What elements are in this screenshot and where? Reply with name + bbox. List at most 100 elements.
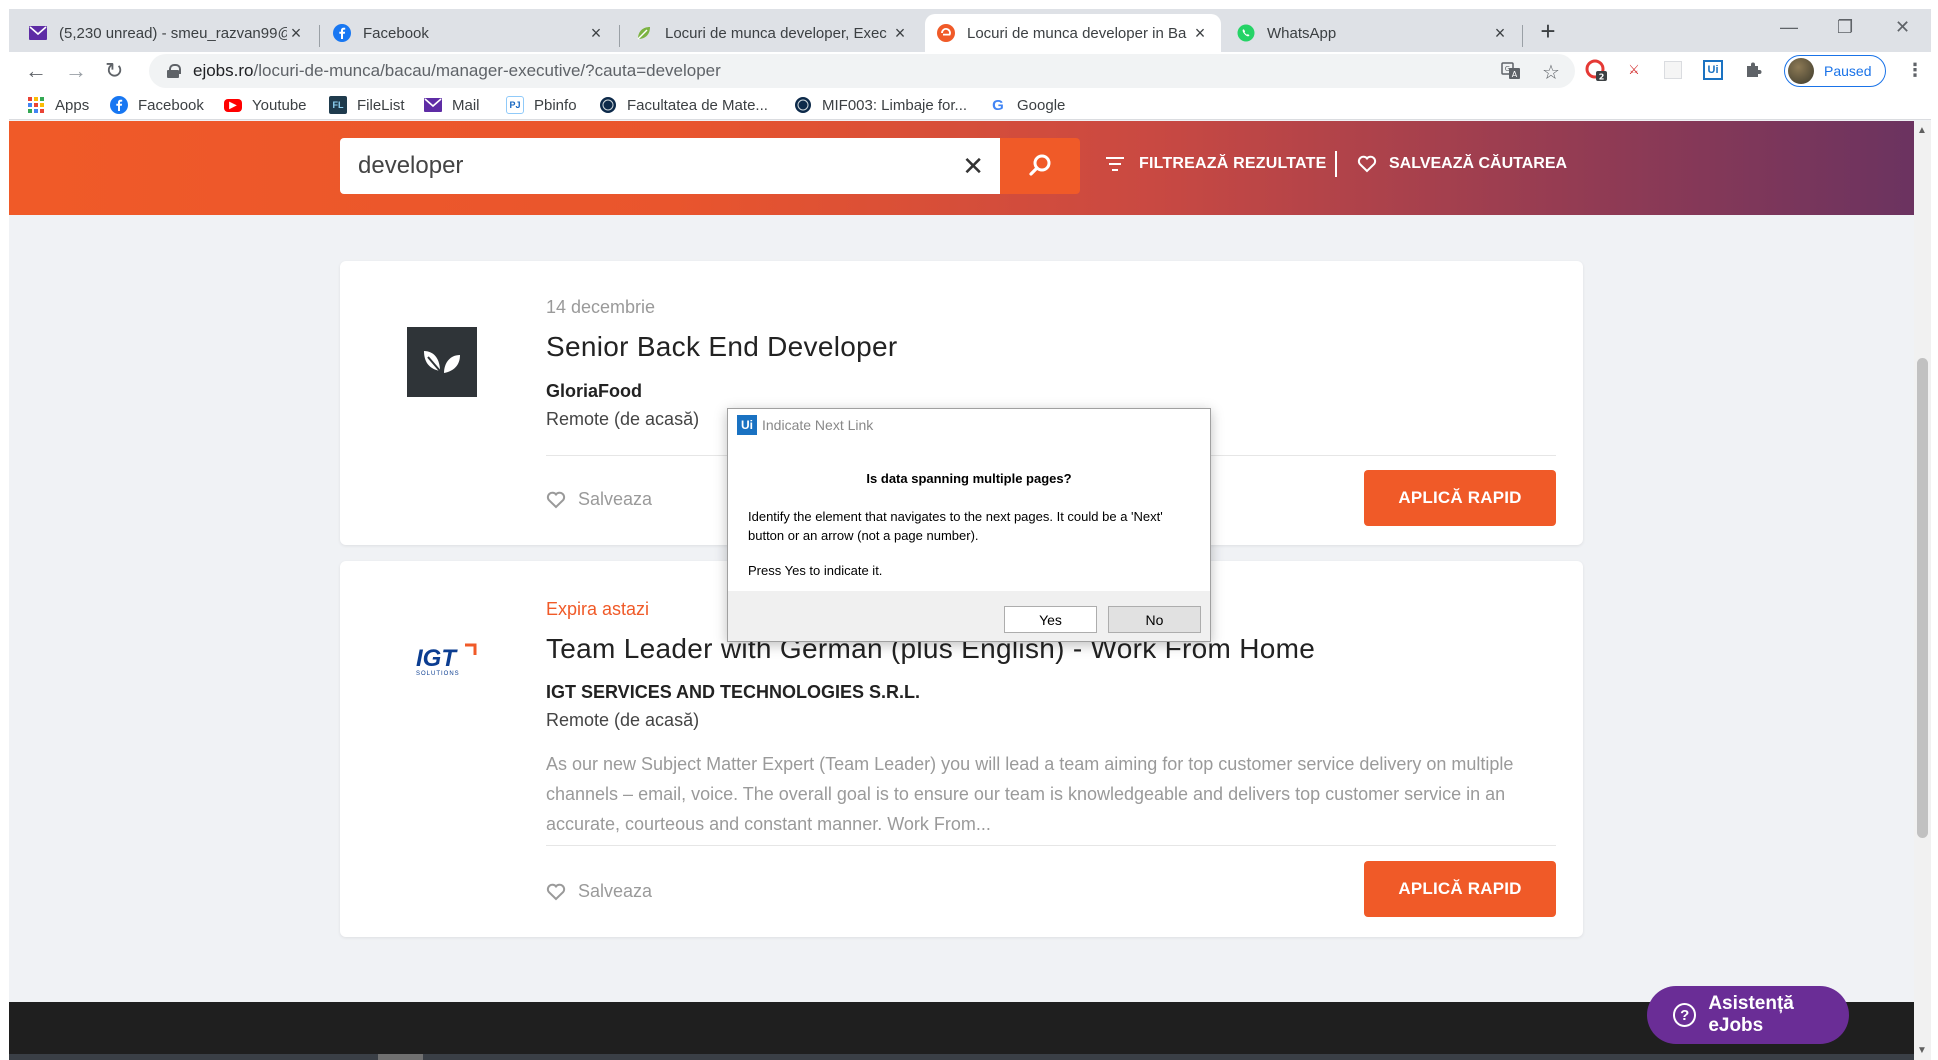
heart-icon xyxy=(1357,155,1377,173)
bookmark-label: Mail xyxy=(452,96,480,114)
tab-separator xyxy=(619,25,620,47)
bookmark-label: Apps xyxy=(55,96,90,114)
bookmark-label: Youtube xyxy=(252,96,307,114)
bookmark-label: MIF003: Limbaje for... xyxy=(822,96,968,114)
job-company[interactable]: GloriaFood xyxy=(546,381,642,402)
svg-text:G: G xyxy=(1505,65,1510,73)
ejobs-icon xyxy=(937,24,955,42)
bookmark-mif003[interactable]: MIF003: Limbaje for... xyxy=(794,93,967,117)
bookmark-mail[interactable]: Mail xyxy=(424,93,480,117)
save-job-button[interactable]: Salveaza xyxy=(546,881,652,902)
tab-ejobs-active[interactable]: Locuri de munca developer in Ba × xyxy=(925,14,1221,52)
igt-logo-subtext: SOLUTIONS xyxy=(416,671,460,677)
clear-search-icon[interactable]: ✕ xyxy=(962,151,984,182)
bookmark-google[interactable]: G Google xyxy=(989,93,1065,117)
address-bar[interactable]: ejobs.ro/locuri-de-munca/bacau/manager-e… xyxy=(149,54,1575,88)
blank-ext-icon[interactable] xyxy=(1661,58,1685,82)
dialog-body: Is data spanning multiple pages? Identif… xyxy=(728,441,1210,591)
university-icon xyxy=(794,96,812,114)
save-job-button[interactable]: Salveaza xyxy=(546,489,652,510)
apply-button[interactable]: APLICĂ RAPID xyxy=(1364,470,1556,526)
scrollbar-thumb[interactable] xyxy=(378,1054,423,1060)
profile-button[interactable]: Paused xyxy=(1784,55,1886,87)
yes-button[interactable]: Yes xyxy=(1004,606,1097,633)
heart-icon xyxy=(546,883,566,900)
back-icon[interactable]: ← xyxy=(25,60,47,82)
close-icon[interactable]: × xyxy=(891,23,909,44)
translate-icon[interactable]: AG xyxy=(1501,62,1521,85)
heart-icon xyxy=(546,491,566,508)
extension-badge: 2 xyxy=(1599,73,1605,82)
bookmark-facebook[interactable]: Facebook xyxy=(110,93,204,117)
opera-ext-icon[interactable]: 2 xyxy=(1584,58,1608,82)
job-expiry-status: Expira astazi xyxy=(546,599,650,619)
filter-label: FILTREAZĂ REZULTATE xyxy=(1139,155,1327,172)
bookmark-facultatea[interactable]: Facultatea de Mate... xyxy=(599,93,768,117)
gloriafood-logo xyxy=(407,327,477,397)
vertical-scrollbar[interactable]: ▲ ▼ xyxy=(1914,121,1931,1060)
search-header: ✕ FILTREAZĂ REZULTATE SALVEAZĂ CĂUTAREA xyxy=(9,121,1914,215)
scrollbar-thumb[interactable] xyxy=(1917,358,1928,838)
close-icon[interactable]: × xyxy=(1491,23,1509,44)
save-search-label: SALVEAZĂ CĂUTAREA xyxy=(1389,155,1568,172)
url-path: /locuri-de-munca/bacau/manager-executive… xyxy=(253,61,721,80)
red-ext-icon[interactable]: ⚔ xyxy=(1622,58,1646,82)
bookmark-filelist[interactable]: FL FileList xyxy=(329,93,405,117)
igt-logo: IGT SOLUTIONS xyxy=(416,643,478,687)
filelist-icon: FL xyxy=(329,96,347,114)
close-icon[interactable]: × xyxy=(287,23,305,44)
close-icon[interactable]: × xyxy=(1191,23,1209,44)
youtube-icon: ▶ xyxy=(224,98,242,112)
facebook-icon xyxy=(110,96,128,114)
bookmark-label: FileList xyxy=(357,96,405,114)
search-button[interactable] xyxy=(1000,138,1080,194)
tab-facebook[interactable]: Facebook × xyxy=(321,14,617,52)
uipath-logo-icon: Ui xyxy=(737,415,757,435)
tab-whatsapp[interactable]: WhatsApp × xyxy=(1225,14,1521,52)
assistance-button[interactable]: ? Asistență eJobs xyxy=(1647,986,1849,1044)
reload-icon[interactable]: ↻ xyxy=(105,60,123,82)
new-tab-button[interactable]: + xyxy=(1534,18,1562,46)
bookmark-pbinfo[interactable]: PJ Pbinfo xyxy=(506,93,577,117)
dialog-titlebar[interactable]: Ui Indicate Next Link xyxy=(728,409,1210,441)
question-icon: ? xyxy=(1673,1003,1697,1027)
filter-results-link[interactable]: FILTREAZĂ REZULTATE xyxy=(1105,155,1326,173)
tab-separator xyxy=(319,25,320,47)
save-search-link[interactable]: SALVEAZĂ CĂUTAREA xyxy=(1357,155,1567,173)
star-icon[interactable]: ☆ xyxy=(1542,60,1560,85)
profile-label: Paused xyxy=(1824,63,1872,79)
lock-icon xyxy=(167,64,181,78)
scroll-up-icon[interactable]: ▲ xyxy=(1917,125,1927,136)
dialog-hint: Press Yes to indicate it. xyxy=(748,563,883,578)
facebook-icon xyxy=(333,24,351,42)
forward-icon[interactable]: → xyxy=(65,60,87,82)
close-icon[interactable]: × xyxy=(587,23,605,44)
bookmark-youtube[interactable]: ▶ Youtube xyxy=(224,93,307,117)
ejobs-leaf-icon xyxy=(635,24,653,42)
job-title[interactable]: Senior Back End Developer xyxy=(546,331,897,363)
url-host: ejobs.ro xyxy=(193,61,254,80)
search-box: ✕ xyxy=(340,138,1000,194)
tab-ejobs-1[interactable]: Locuri de munca developer, Exec × xyxy=(623,14,921,52)
tab-gmail[interactable]: (5,230 unread) - smeu_razvan99@ × xyxy=(17,14,317,52)
no-button[interactable]: No xyxy=(1108,606,1201,633)
university-icon xyxy=(599,96,617,114)
tab-strip: (5,230 unread) - smeu_razvan99@ × Facebo… xyxy=(9,9,1931,52)
restore-icon[interactable]: ❐ xyxy=(1837,17,1853,38)
job-company[interactable]: IGT SERVICES AND TECHNOLOGIES S.R.L. xyxy=(546,682,920,703)
divider xyxy=(1335,151,1337,177)
close-window-icon[interactable]: ✕ xyxy=(1895,17,1910,38)
puzzle-icon[interactable] xyxy=(1741,58,1765,82)
apply-button[interactable]: APLICĂ RAPID xyxy=(1364,861,1556,917)
job-location: Remote (de acasă) xyxy=(546,710,700,730)
minimize-icon[interactable]: — xyxy=(1780,17,1798,38)
search-input[interactable] xyxy=(358,152,938,180)
tab-title: Locuri de munca developer in Ba xyxy=(967,24,1187,42)
horizontal-scrollbar[interactable] xyxy=(9,1054,1914,1060)
bookmark-label: Facultatea de Mate... xyxy=(627,96,768,114)
uipath-ext-icon[interactable]: Ui xyxy=(1701,58,1725,82)
dialog-title: Indicate Next Link xyxy=(762,417,874,433)
bookmark-apps[interactable]: Apps xyxy=(27,93,89,117)
scroll-down-icon[interactable]: ▼ xyxy=(1917,1045,1927,1056)
menu-icon[interactable]: ⋮ xyxy=(1906,60,1924,81)
